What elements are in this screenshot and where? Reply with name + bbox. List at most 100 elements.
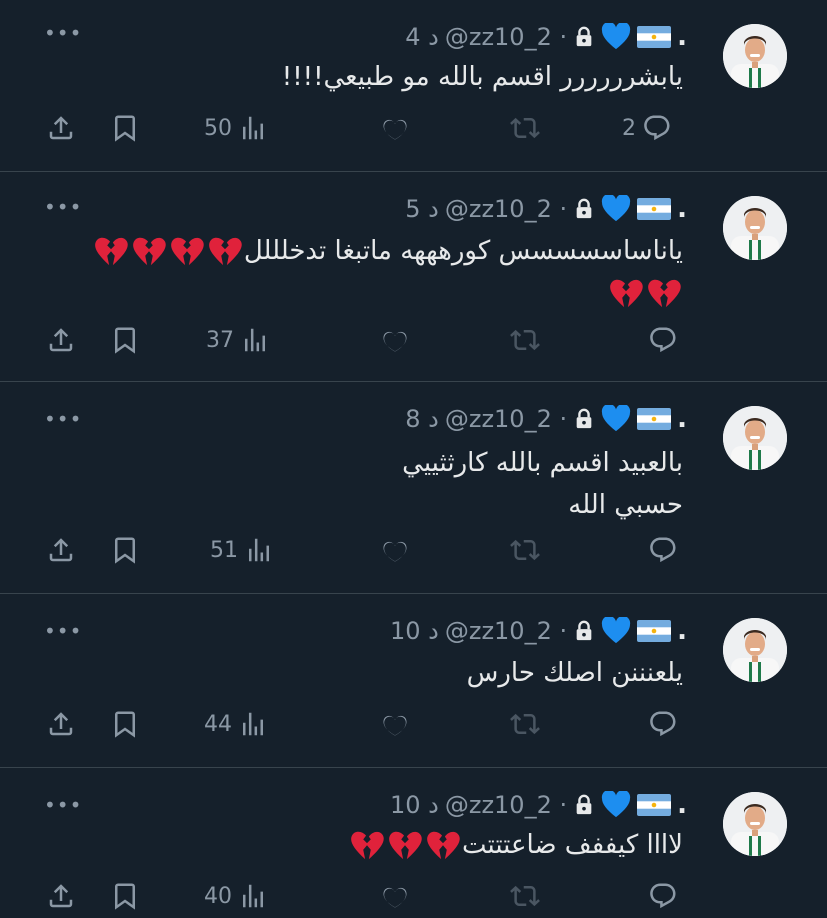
like-button[interactable] <box>380 322 410 358</box>
broken-heart-emoji <box>647 278 681 310</box>
argentina-flag-emoji <box>637 794 672 816</box>
share-icon <box>46 113 76 143</box>
reply-icon <box>642 113 672 143</box>
retweet-button[interactable] <box>510 532 540 568</box>
tweet-feed: ••• 4 د @zz10_2 · . يابشرررررر اقسم بالل… <box>0 0 827 918</box>
tweet-3[interactable]: ••• 8 د @zz10_2 · . بالعبيد اقسم بالله ك… <box>0 382 827 594</box>
views-icon <box>238 113 268 143</box>
tweet-text-line: حسبي الله <box>568 490 683 520</box>
views-icon <box>238 709 268 739</box>
blue-heart-emoji <box>601 405 631 432</box>
tweet-actions: 2 50 <box>0 110 827 146</box>
reply-button[interactable] <box>648 322 678 358</box>
avatar[interactable] <box>723 406 787 470</box>
bookmark-button[interactable] <box>110 878 140 914</box>
like-icon <box>380 709 410 739</box>
more-icon[interactable]: ••• <box>44 23 81 43</box>
views-count: 40 <box>204 883 232 909</box>
reply-icon <box>648 535 678 565</box>
tweet-4[interactable]: ••• 10 د @zz10_2 · . يلعنننن اصلك حارس 4… <box>0 594 827 768</box>
timestamp[interactable]: 10 د <box>390 791 439 819</box>
avatar[interactable] <box>723 618 787 682</box>
retweet-icon <box>510 325 540 355</box>
bookmark-button[interactable] <box>110 322 140 358</box>
tweet-actions: 44 <box>0 706 827 742</box>
tweet-5[interactable]: ••• 10 د @zz10_2 · . لاااا كيففف ضاعتتتت… <box>0 768 827 918</box>
tweet-actions: 37 <box>0 322 827 358</box>
tweet-text: يابشرررررر اقسم بالله مو طبيعي!!!! <box>281 62 683 92</box>
lock-icon <box>576 794 592 815</box>
name-dot: . <box>677 616 687 646</box>
tweet-2[interactable]: ••• 5 د @zz10_2 · . ياناساسسسسس كورهههه … <box>0 172 827 382</box>
tweet-text: ياناساسسسسس كورهههه ماتبغا تدخلللل <box>60 230 683 314</box>
like-button[interactable] <box>380 110 410 146</box>
like-button[interactable] <box>380 878 410 914</box>
broken-heart-emoji <box>350 830 384 862</box>
share-button[interactable] <box>46 706 76 742</box>
avatar[interactable] <box>723 792 787 856</box>
broken-heart-emoji <box>609 278 643 310</box>
reply-button[interactable]: 2 <box>622 110 672 146</box>
share-button[interactable] <box>46 878 76 914</box>
user-handle[interactable]: @zz10_2 · <box>445 23 567 51</box>
bookmark-button[interactable] <box>110 706 140 742</box>
retweet-icon <box>510 113 540 143</box>
name-dot: . <box>677 790 687 820</box>
tweet-header: 4 د @zz10_2 · . <box>405 22 687 52</box>
broken-heart-emoji <box>426 830 460 862</box>
views-button[interactable]: 50 <box>204 110 268 146</box>
lock-icon <box>576 408 592 429</box>
tweet-header: 8 د @zz10_2 · . <box>405 404 687 434</box>
retweet-button[interactable] <box>510 110 540 146</box>
share-icon <box>46 325 76 355</box>
share-button[interactable] <box>46 322 76 358</box>
retweet-icon <box>510 709 540 739</box>
reply-button[interactable] <box>648 532 678 568</box>
like-button[interactable] <box>380 706 410 742</box>
views-icon <box>240 325 270 355</box>
like-icon <box>380 535 410 565</box>
share-button[interactable] <box>46 532 76 568</box>
tweet-actions: 51 <box>0 532 827 568</box>
user-handle[interactable]: @zz10_2 · <box>445 791 567 819</box>
timestamp[interactable]: 5 د <box>405 195 439 223</box>
retweet-button[interactable] <box>510 706 540 742</box>
broken-heart-emoji <box>94 236 128 268</box>
more-icon[interactable]: ••• <box>44 621 81 641</box>
retweet-icon <box>510 881 540 911</box>
avatar[interactable] <box>723 24 787 88</box>
timestamp[interactable]: 10 د <box>390 617 439 645</box>
argentina-flag-emoji <box>637 408 672 430</box>
views-button[interactable]: 44 <box>204 706 268 742</box>
like-icon <box>380 325 410 355</box>
share-button[interactable] <box>46 110 76 146</box>
tweet-1[interactable]: ••• 4 د @zz10_2 · . يابشرررررر اقسم بالل… <box>0 0 827 172</box>
timestamp[interactable]: 8 د <box>405 405 439 433</box>
retweet-button[interactable] <box>510 878 540 914</box>
reply-button[interactable] <box>648 706 678 742</box>
views-count: 50 <box>204 115 232 141</box>
user-handle[interactable]: @zz10_2 · <box>445 617 567 645</box>
retweet-button[interactable] <box>510 322 540 358</box>
like-icon <box>380 113 410 143</box>
user-handle[interactable]: @zz10_2 · <box>445 405 567 433</box>
lock-icon <box>576 26 592 47</box>
bookmark-button[interactable] <box>110 110 140 146</box>
tweet-text: يلعنننن اصلك حارس <box>466 658 683 688</box>
timestamp[interactable]: 4 د <box>405 23 439 51</box>
avatar[interactable] <box>723 196 787 260</box>
tweet-text: بالعبيد اقسم بالله كارثثييي حسبي الله <box>402 442 683 526</box>
like-button[interactable] <box>380 532 410 568</box>
bookmark-icon <box>110 709 140 739</box>
blue-heart-emoji <box>601 195 631 222</box>
broken-heart-emoji <box>388 830 422 862</box>
bookmark-button[interactable] <box>110 532 140 568</box>
views-button[interactable]: 40 <box>204 878 268 914</box>
user-handle[interactable]: @zz10_2 · <box>445 195 567 223</box>
views-button[interactable]: 51 <box>210 532 274 568</box>
more-icon[interactable]: ••• <box>44 409 81 429</box>
more-icon[interactable]: ••• <box>44 795 81 815</box>
more-icon[interactable]: ••• <box>44 197 81 217</box>
reply-button[interactable] <box>648 878 678 914</box>
views-button[interactable]: 37 <box>206 322 270 358</box>
